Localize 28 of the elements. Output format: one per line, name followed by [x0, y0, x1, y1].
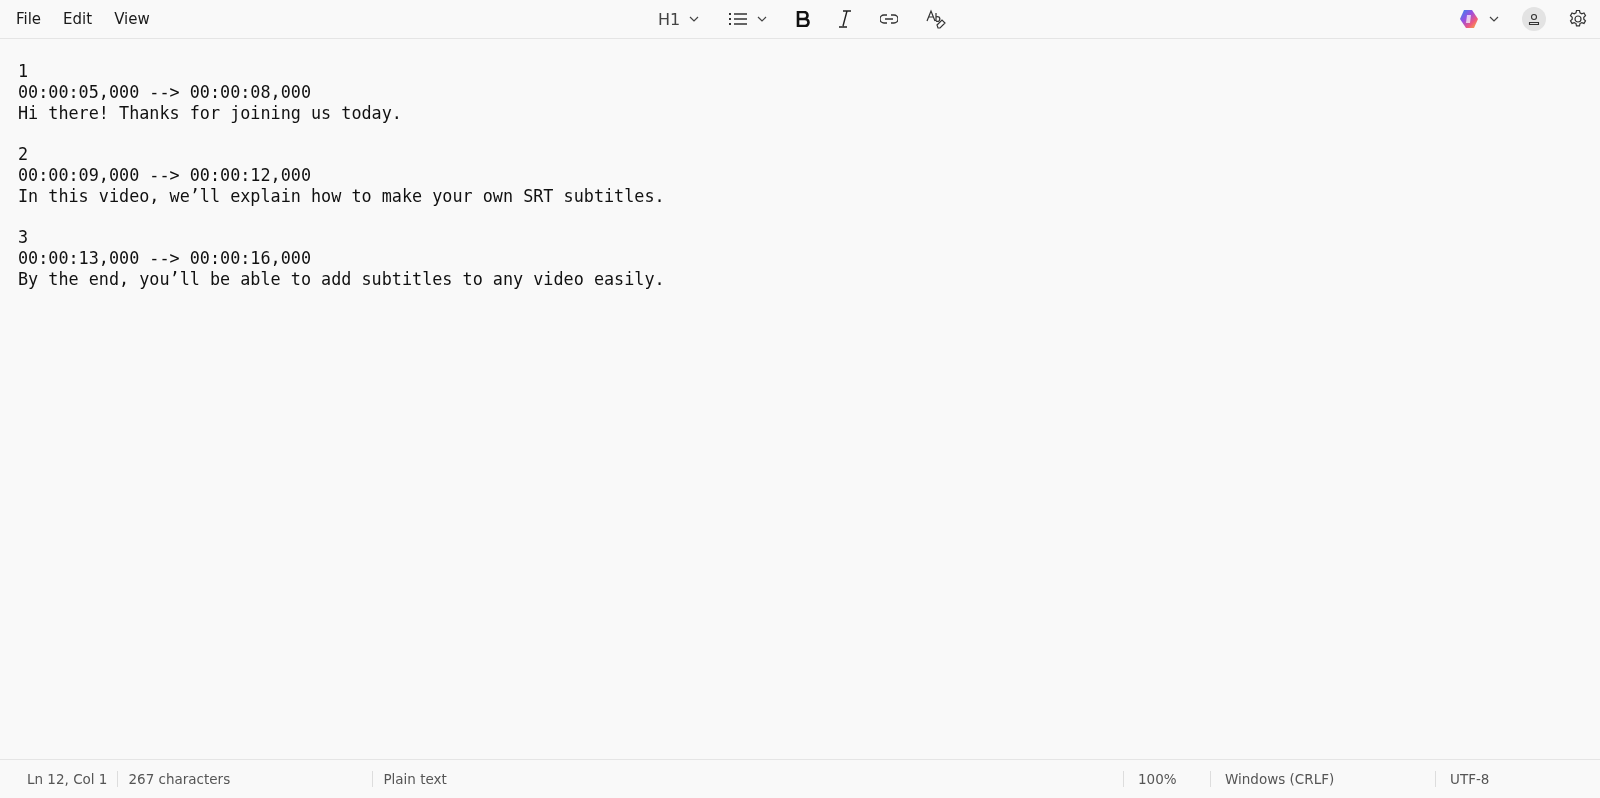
link-icon	[880, 13, 899, 25]
settings-icon	[1568, 9, 1588, 29]
subtitle-index: 3	[18, 227, 29, 249]
menu-item[interactable]: View	[114, 6, 150, 32]
subtitle-text: In this video, we’ll explain how to make your own SRT subtitles.	[18, 185, 665, 207]
subtitle-timing: 00:00:05,000 --> 00:00:08,000	[18, 81, 311, 103]
character-count: 267 characters	[117, 771, 373, 787]
person-icon	[1528, 13, 1540, 25]
zoom-level[interactable]: 100%	[1123, 771, 1210, 787]
menu-item[interactable]: File	[16, 6, 42, 32]
bulleted-list-icon	[728, 11, 749, 27]
copilot-logo	[1458, 8, 1480, 30]
subtitle-timing: 00:00:09,000 --> 00:00:12,000	[18, 165, 311, 186]
bold-icon	[796, 11, 811, 27]
text-format: Plain text	[372, 771, 457, 787]
italic-icon	[838, 10, 853, 28]
subtitle-index: 1	[18, 61, 29, 82]
account-button[interactable]	[1522, 7, 1546, 31]
subtitle-timing: 00:00:13,000 --> 00:00:16,000	[18, 248, 311, 269]
line-ending[interactable]: Windows (CRLF)	[1210, 771, 1435, 787]
subtitle-text: By the end, you’ll be able to add subtitles to any video easily.	[18, 268, 665, 290]
heading-dropdown[interactable]: H1	[654, 5, 705, 33]
cursor-position: Ln 12, Col 1	[26, 771, 109, 787]
menu-item[interactable]: Edit	[63, 6, 93, 32]
encoding[interactable]: UTF-8	[1435, 771, 1600, 787]
subtitle-index: 2	[18, 144, 29, 165]
clear-formatting-icon	[926, 9, 947, 29]
subtitle-text: Hi there! Thanks for joining us today.	[18, 102, 402, 124]
